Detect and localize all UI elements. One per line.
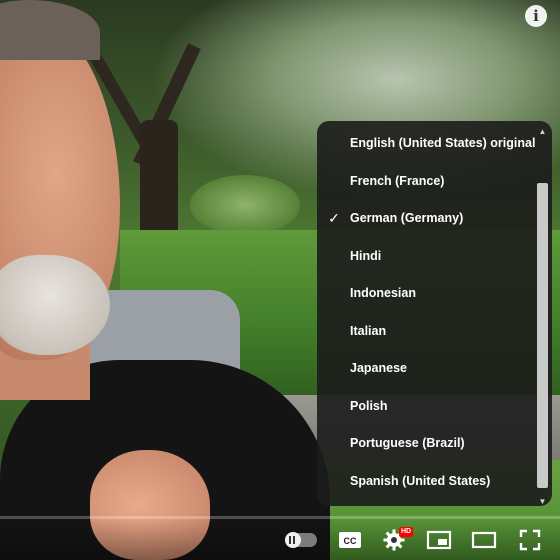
audio-track-item[interactable]: ✓ German (Germany)	[317, 200, 552, 238]
checkmark-icon	[327, 350, 341, 388]
audio-track-item[interactable]: Japanese	[317, 350, 552, 388]
player-controls: CC HD	[0, 519, 560, 560]
audio-track-menu: English (United States) original French (…	[317, 121, 552, 506]
audio-track-item[interactable]: Portuguese (Brazil)	[317, 425, 552, 463]
audio-track-item[interactable]: Hindi	[317, 238, 552, 276]
miniplayer-icon	[426, 530, 452, 550]
hd-badge: HD	[399, 527, 414, 537]
checkmark-icon: ✓	[328, 210, 340, 226]
autoplay-toggle-icon	[285, 532, 301, 548]
audio-track-list: English (United States) original French (…	[317, 121, 552, 500]
audio-track-label: Hindi	[350, 248, 382, 263]
checkmark-icon	[327, 238, 341, 276]
audio-track-item[interactable]: Polish	[317, 388, 552, 426]
miniplayer-button[interactable]	[426, 528, 452, 552]
checkmark-icon	[327, 125, 341, 163]
info-icon[interactable]: i	[525, 5, 547, 27]
fullscreen-icon	[519, 529, 541, 551]
checkmark-icon	[327, 313, 341, 351]
audio-track-label: German (Germany)	[350, 211, 464, 225]
checkmark-icon	[327, 425, 341, 463]
svg-text:CC: CC	[344, 536, 357, 546]
audio-track-label: Portuguese (Brazil)	[350, 436, 465, 450]
captions-button[interactable]: CC	[338, 528, 362, 552]
audio-track-item[interactable]: English (United States) original	[317, 125, 552, 163]
audio-track-label: Italian	[350, 323, 387, 338]
person-hair	[0, 0, 100, 60]
audio-track-label: English (United States) original	[350, 136, 536, 150]
scrollbar-thumb[interactable]	[537, 183, 548, 488]
audio-track-item[interactable]: French (France)	[317, 163, 552, 201]
audio-track-item[interactable]: Spanish (United States)	[317, 463, 552, 501]
scroll-up-icon[interactable]: ▲	[537, 127, 548, 137]
menu-scrollbar[interactable]: ▲ ▼	[537, 127, 548, 506]
audio-track-label: French (France)	[350, 173, 445, 188]
audio-track-label: Indonesian	[350, 286, 416, 300]
audio-track-item[interactable]: Indonesian	[317, 275, 552, 313]
audio-track-label: Spanish (United States)	[350, 473, 491, 488]
fullscreen-button[interactable]	[518, 528, 542, 552]
audio-track-label: Japanese	[350, 361, 407, 375]
scroll-down-icon[interactable]: ▼	[537, 497, 548, 506]
captions-icon: CC	[339, 532, 361, 548]
checkmark-icon	[327, 463, 341, 501]
checkmark-icon	[327, 275, 341, 313]
audio-track-item[interactable]: Italian	[317, 313, 552, 351]
autoplay-toggle[interactable]	[285, 532, 317, 548]
theater-mode-icon	[471, 531, 497, 549]
checkmark-icon	[327, 388, 341, 426]
theater-mode-button[interactable]	[471, 528, 497, 552]
checkmark-icon	[327, 163, 341, 201]
ornamental-grass	[190, 175, 300, 235]
audio-track-label: Polish	[350, 398, 388, 413]
